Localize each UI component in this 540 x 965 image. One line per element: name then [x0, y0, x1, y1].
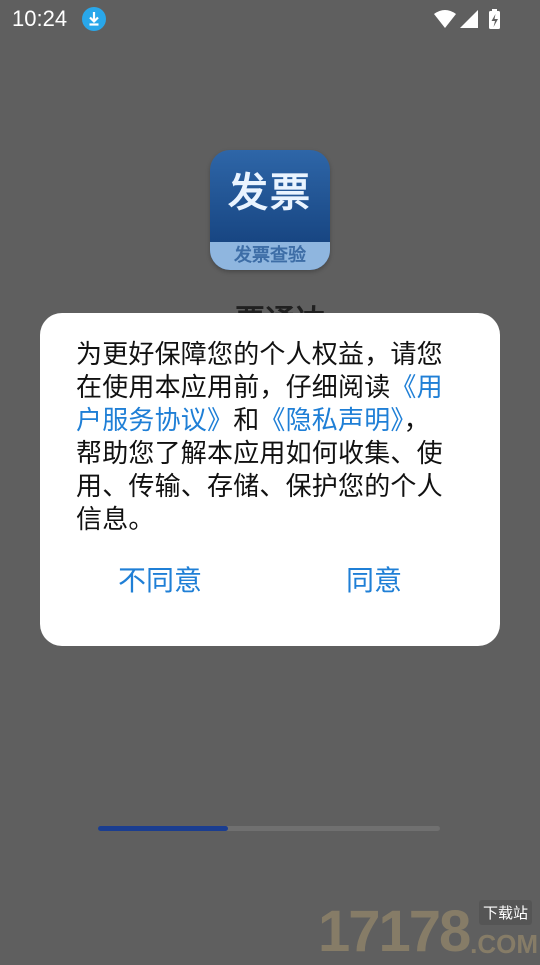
- download-arrow-icon: [89, 12, 99, 26]
- app-icon-subtitle: 发票查验: [210, 242, 330, 270]
- status-bar: 10:24: [0, 0, 540, 38]
- cell-signal-icon: [460, 10, 478, 28]
- dialog-connector-text: 和: [233, 406, 260, 436]
- loading-progress-fill: [98, 826, 228, 831]
- wifi-icon: [434, 10, 456, 28]
- download-icon: [82, 7, 106, 31]
- app-icon-title: 发票: [228, 170, 312, 216]
- dialog-intro-text: 为更好保障您的个人权益，请您在使用本应用前，仔细阅读: [76, 340, 443, 403]
- disagree-button[interactable]: 不同意: [118, 561, 202, 601]
- agree-button[interactable]: 同意: [346, 561, 402, 601]
- watermark-site-label: 下载站: [478, 900, 532, 925]
- app-icon: 发票 发票查验: [210, 150, 330, 270]
- dialog-message: 为更好保障您的个人权益，请您在使用本应用前，仔细阅读《用户服务协议》和《隐私声明…: [76, 339, 448, 537]
- watermark-digits: 17178: [318, 899, 471, 964]
- loading-progress-bar: [98, 826, 440, 831]
- site-watermark: 17178 下载站 .COM: [318, 898, 540, 964]
- status-icons: [434, 9, 500, 29]
- privacy-dialog: 为更好保障您的个人权益，请您在使用本应用前，仔细阅读《用户服务协议》和《隐私声明…: [40, 313, 500, 646]
- battery-charging-icon: [489, 9, 500, 29]
- clock-time: 10:24: [12, 6, 68, 31]
- privacy-link[interactable]: 《隐私声明》: [259, 406, 403, 436]
- watermark-com: .COM: [470, 929, 538, 959]
